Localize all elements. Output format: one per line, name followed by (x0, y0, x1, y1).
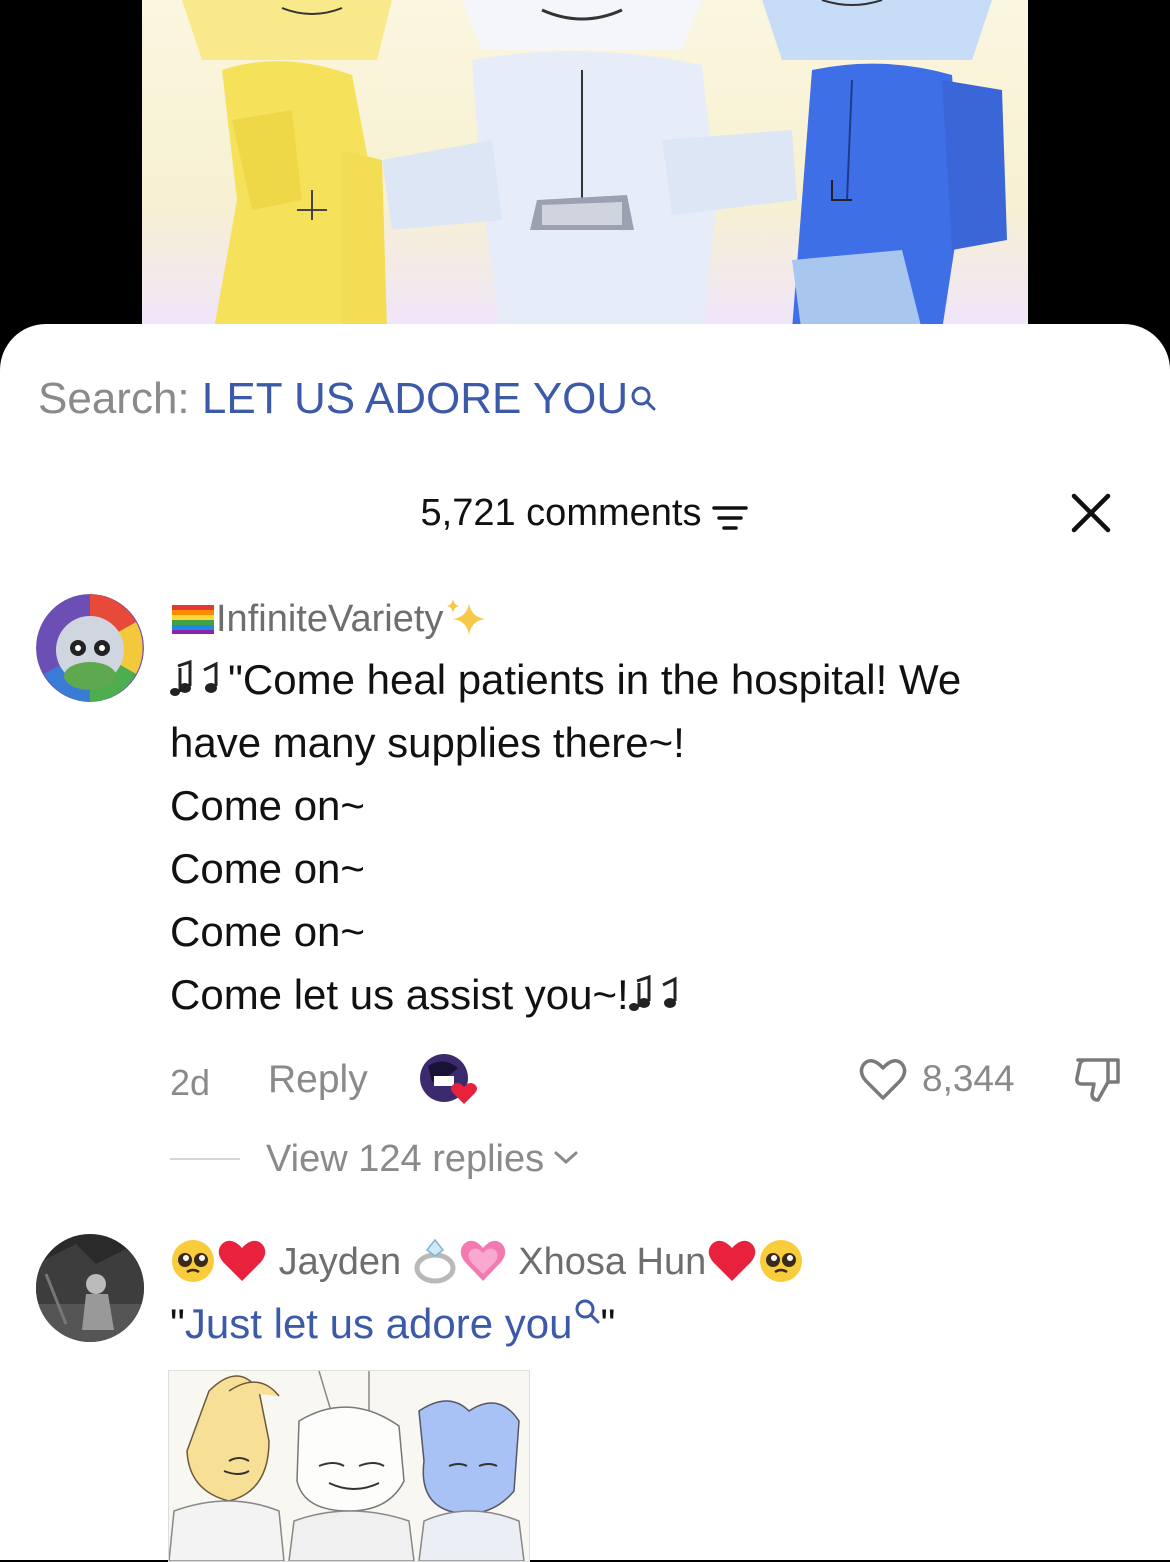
close-comments-button[interactable] (1068, 490, 1114, 536)
replies-divider (170, 1158, 240, 1160)
dislike-button[interactable] (1072, 1054, 1126, 1106)
search-prefix: Search: (38, 374, 202, 423)
comments-count: 5,721 comments (420, 492, 702, 534)
music-notes-icon (170, 656, 228, 703)
ring-icon (412, 1238, 458, 1284)
comment-actions: 2d Reply 8,344 (170, 1052, 1130, 1112)
red-heart-icon (706, 1240, 758, 1283)
view-replies[interactable]: View 124 replies (170, 1134, 580, 1184)
username-part-2: Xhosa Hun (518, 1241, 707, 1283)
like-count: 8,344 (922, 1058, 1015, 1099)
comment-line: Come on~ (170, 908, 365, 955)
username-part-1: Jayden (278, 1241, 402, 1283)
comment-line: Come let us assist you~! (170, 971, 629, 1018)
search-link[interactable]: Just let us adore you (185, 1300, 573, 1347)
comment-line: Come on~ (170, 782, 365, 829)
comment-attached-image[interactable] (168, 1370, 530, 1562)
close-icon (1071, 493, 1111, 533)
view-replies-label: View 124 replies (266, 1137, 545, 1180)
video-illustration (182, 0, 1007, 340)
pleading-face-icon (758, 1240, 804, 1283)
username-text: InfiniteVariety (216, 598, 444, 640)
comment-body: "Come heal patients in the hospital! We … (170, 648, 1110, 1026)
thumbs-down-icon (1075, 1058, 1120, 1102)
search-icon (572, 1299, 600, 1347)
like-button[interactable]: 8,344 (858, 1056, 1015, 1102)
comments-header: 5,721 comments (0, 490, 1170, 536)
heart-icon (859, 1059, 907, 1100)
video-frame (142, 0, 1028, 340)
search-icon (630, 372, 656, 422)
search-term-link[interactable]: LET US ADORE YOU (202, 374, 628, 423)
video-player[interactable] (0, 0, 1170, 340)
comment-body: "Just let us adore you " (170, 1292, 1110, 1355)
comment-line: Come on~ (170, 845, 365, 892)
comment-line: "Come heal patients in the hospital! We (228, 656, 962, 703)
rainbow-flag-icon (172, 605, 214, 634)
chevron-down-icon (552, 1147, 580, 1172)
sparkles-icon (447, 599, 486, 635)
quote-close: " (600, 1300, 616, 1347)
comment-username[interactable]: InfiniteVariety (170, 596, 489, 642)
sparkling-heart-icon (458, 1240, 508, 1283)
red-heart-icon (216, 1240, 268, 1283)
sort-filter-icon[interactable] (711, 498, 749, 530)
avatar[interactable] (36, 594, 144, 702)
comment-username[interactable]: Jayden Xhosa Hun (170, 1236, 804, 1285)
reply-button[interactable]: Reply (268, 1058, 368, 1102)
avatar[interactable] (36, 1234, 144, 1342)
comment-line: have many supplies there~! (170, 719, 685, 766)
search-suggestion[interactable]: Search: LET US ADORE YOU (38, 374, 656, 424)
comments-sheet: Search: LET US ADORE YOU 5,721 comments (0, 324, 1170, 1562)
quote-open: " (170, 1300, 185, 1347)
music-notes-icon (628, 971, 687, 1018)
pleading-face-icon (170, 1240, 216, 1283)
creator-liked-icon (418, 1052, 478, 1108)
comment-age: 2d (170, 1062, 211, 1103)
